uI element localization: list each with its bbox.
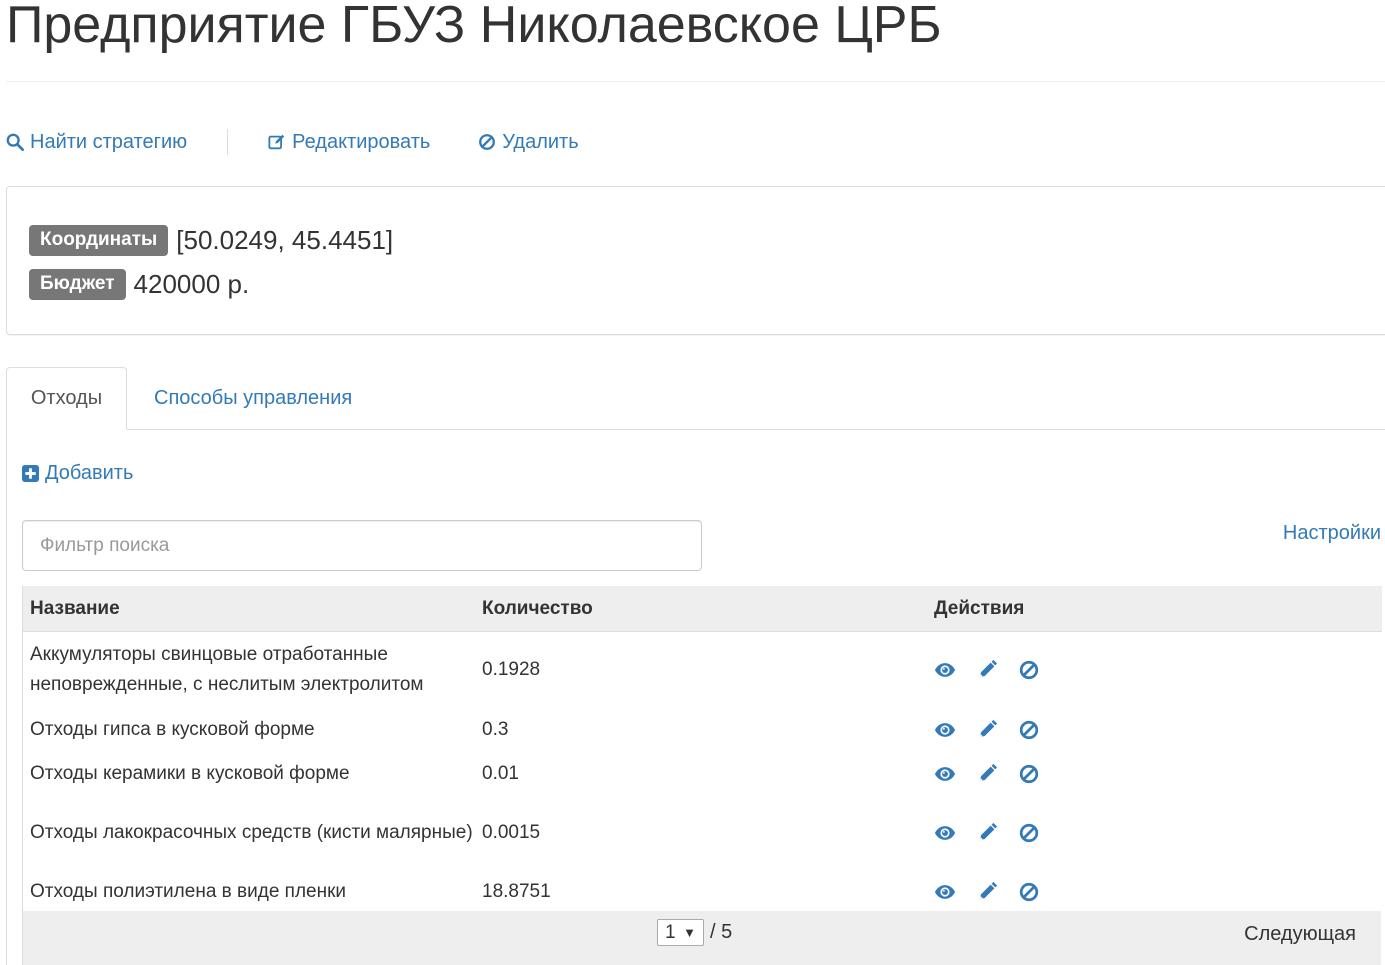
waste-quantity: 18.8751 (482, 881, 551, 902)
page-total: / 5 (710, 921, 733, 943)
table-row: Отходы гипса в кусковой форме 0.3 (23, 708, 1382, 752)
title-divider (6, 81, 1385, 82)
table-row: Отходы лакокрасочных средств (кисти маля… (23, 796, 1382, 870)
waste-table: Название Количество Действия Аккумулятор… (22, 586, 1382, 914)
waste-quantity: 0.1928 (482, 659, 541, 680)
pencil-icon[interactable] (976, 719, 998, 741)
coordinates-property: Координаты [50.0249, 45.4451] (29, 225, 393, 256)
ban-icon[interactable] (1018, 659, 1040, 681)
delete-link[interactable]: Удалить (478, 130, 579, 154)
pagination: 1 ▼ / 5 (657, 919, 732, 946)
ban-icon[interactable] (1018, 763, 1040, 785)
settings-link[interactable]: Настройки (1283, 522, 1381, 545)
edit-link[interactable]: Редактировать (268, 131, 430, 154)
ban-icon[interactable] (1018, 719, 1040, 741)
pencil-icon[interactable] (976, 881, 998, 903)
eye-icon[interactable] (934, 719, 956, 741)
chevron-down-icon: ▼ (683, 925, 696, 940)
edit-label: Редактировать (292, 130, 431, 153)
eye-icon[interactable] (934, 659, 956, 681)
budget-property: Бюджет 420000 р. (29, 269, 249, 300)
waste-quantity: 0.3 (482, 719, 509, 740)
waste-name: Отходы гипса в кусковой форме (30, 719, 315, 740)
budget-badge: Бюджет (29, 269, 126, 300)
page-select[interactable]: 1 ▼ (657, 919, 704, 946)
pencil-icon[interactable] (976, 763, 998, 785)
column-header-actions: Действия (934, 597, 1025, 619)
coordinates-badge: Координаты (29, 225, 169, 256)
waste-name: Отходы керамики в кусковой форме (30, 763, 350, 784)
row-actions (927, 881, 1382, 903)
edit-icon (268, 134, 285, 150)
page-title: Предприятие ГБУЗ Николаевское ЦРБ (6, 0, 942, 54)
waste-quantity: 0.01 (482, 763, 519, 784)
delete-label: Удалить (502, 130, 579, 153)
search-filter-input[interactable] (22, 520, 702, 571)
find-strategy-link[interactable]: Найти стратегию (6, 131, 187, 154)
next-page-button[interactable]: Следующая (1244, 923, 1356, 946)
waste-quantity: 0.0015 (482, 822, 541, 843)
pencil-icon[interactable] (976, 822, 998, 844)
table-header: Название Количество Действия (23, 586, 1382, 632)
row-actions (927, 719, 1382, 741)
action-bar: Найти стратегию Редактировать Удалить (6, 126, 579, 158)
row-actions (927, 659, 1382, 681)
waste-name: Отходы полиэтилена в виде пленки (30, 881, 347, 902)
tab-bar: Отходы Способы управления (6, 367, 1385, 430)
row-actions (927, 763, 1382, 785)
add-button[interactable]: Добавить (22, 462, 133, 485)
eye-icon[interactable] (934, 881, 956, 903)
tab-waste[interactable]: Отходы (6, 367, 127, 430)
ban-icon[interactable] (1018, 881, 1040, 903)
eye-icon[interactable] (934, 822, 956, 844)
row-actions (927, 822, 1382, 844)
plus-square-icon (22, 465, 39, 482)
column-header-name[interactable]: Название (23, 594, 475, 624)
properties-panel: Координаты [50.0249, 45.4451] Бюджет 420… (6, 186, 1385, 335)
table-row: Аккумуляторы свинцовые отработанные непо… (23, 632, 1382, 708)
ban-icon (479, 134, 496, 150)
budget-value: 420000 р. (133, 269, 250, 299)
find-strategy-label: Найти стратегию (30, 130, 188, 153)
tab-management-methods[interactable]: Способы управления (154, 367, 352, 429)
ban-icon[interactable] (1018, 822, 1040, 844)
coordinates-value: [50.0249, 45.4451] (176, 225, 394, 255)
table-row: Отходы керамики в кусковой форме 0.01 (23, 752, 1382, 796)
waste-name: Отходы лакокрасочных средств (кисти маля… (30, 822, 473, 843)
column-header-quantity[interactable]: Количество (475, 598, 927, 620)
eye-icon[interactable] (934, 763, 956, 785)
table-row: Отходы полиэтилена в виде пленки 18.8751 (23, 870, 1382, 914)
waste-name: Аккумуляторы свинцовые отработанные непо… (30, 644, 424, 695)
action-separator (227, 129, 229, 155)
current-page: 1 (665, 921, 676, 943)
search-icon (6, 133, 24, 151)
table-footer: 1 ▼ / 5 Следующая (22, 911, 1381, 965)
pencil-icon[interactable] (976, 659, 998, 681)
add-label: Добавить (45, 462, 134, 484)
